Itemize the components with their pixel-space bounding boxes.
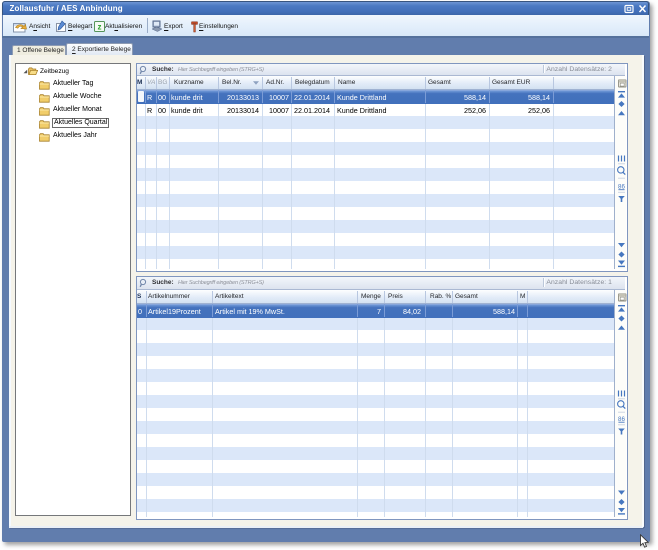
svg-text:z: z bbox=[97, 23, 101, 32]
